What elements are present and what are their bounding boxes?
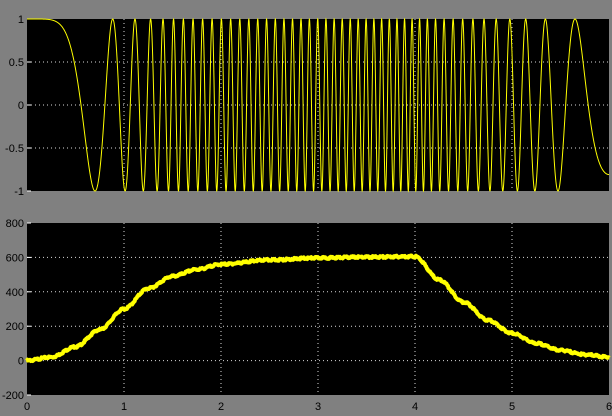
- bottom-y-tick-label: 0: [18, 356, 24, 368]
- bottom-axes: 8006004002000-2000 1 2 3 4 5 6: [2, 218, 612, 413]
- bottom-y-tick-label: -200: [2, 390, 24, 402]
- bottom-x-tick-label: 6: [606, 401, 612, 413]
- scope-figure: 10.50-0.5-1 8006004002000-2000 1 2 3 4 5 6: [2, 14, 612, 413]
- bottom-y-tick-label: 800: [6, 218, 24, 230]
- bottom-x-tick-label: 3: [315, 401, 321, 413]
- top-y-tick-label: 1: [18, 14, 24, 26]
- bottom-y-tick-label: 400: [6, 287, 24, 299]
- top-y-tick-label: -1: [14, 186, 24, 198]
- bottom-x-tick-label: 1: [121, 401, 127, 413]
- bottom-x-tick-label: 0: [24, 401, 30, 413]
- bottom-x-tick-label: 5: [509, 401, 515, 413]
- bottom-y-tick-label: 200: [6, 321, 24, 333]
- bottom-x-tick-label: 2: [218, 401, 224, 413]
- top-y-tick-label: 0: [18, 100, 24, 112]
- top-y-tick-label: -0.5: [5, 143, 24, 155]
- bottom-axes-background: [27, 223, 609, 395]
- top-y-tick-label: 0.5: [9, 57, 24, 69]
- bottom-x-tick-label: 4: [412, 401, 418, 413]
- bottom-y-tick-label: 600: [6, 252, 24, 264]
- top-axes: 1 0.5 0 -0.5 -1: [5, 14, 610, 198]
